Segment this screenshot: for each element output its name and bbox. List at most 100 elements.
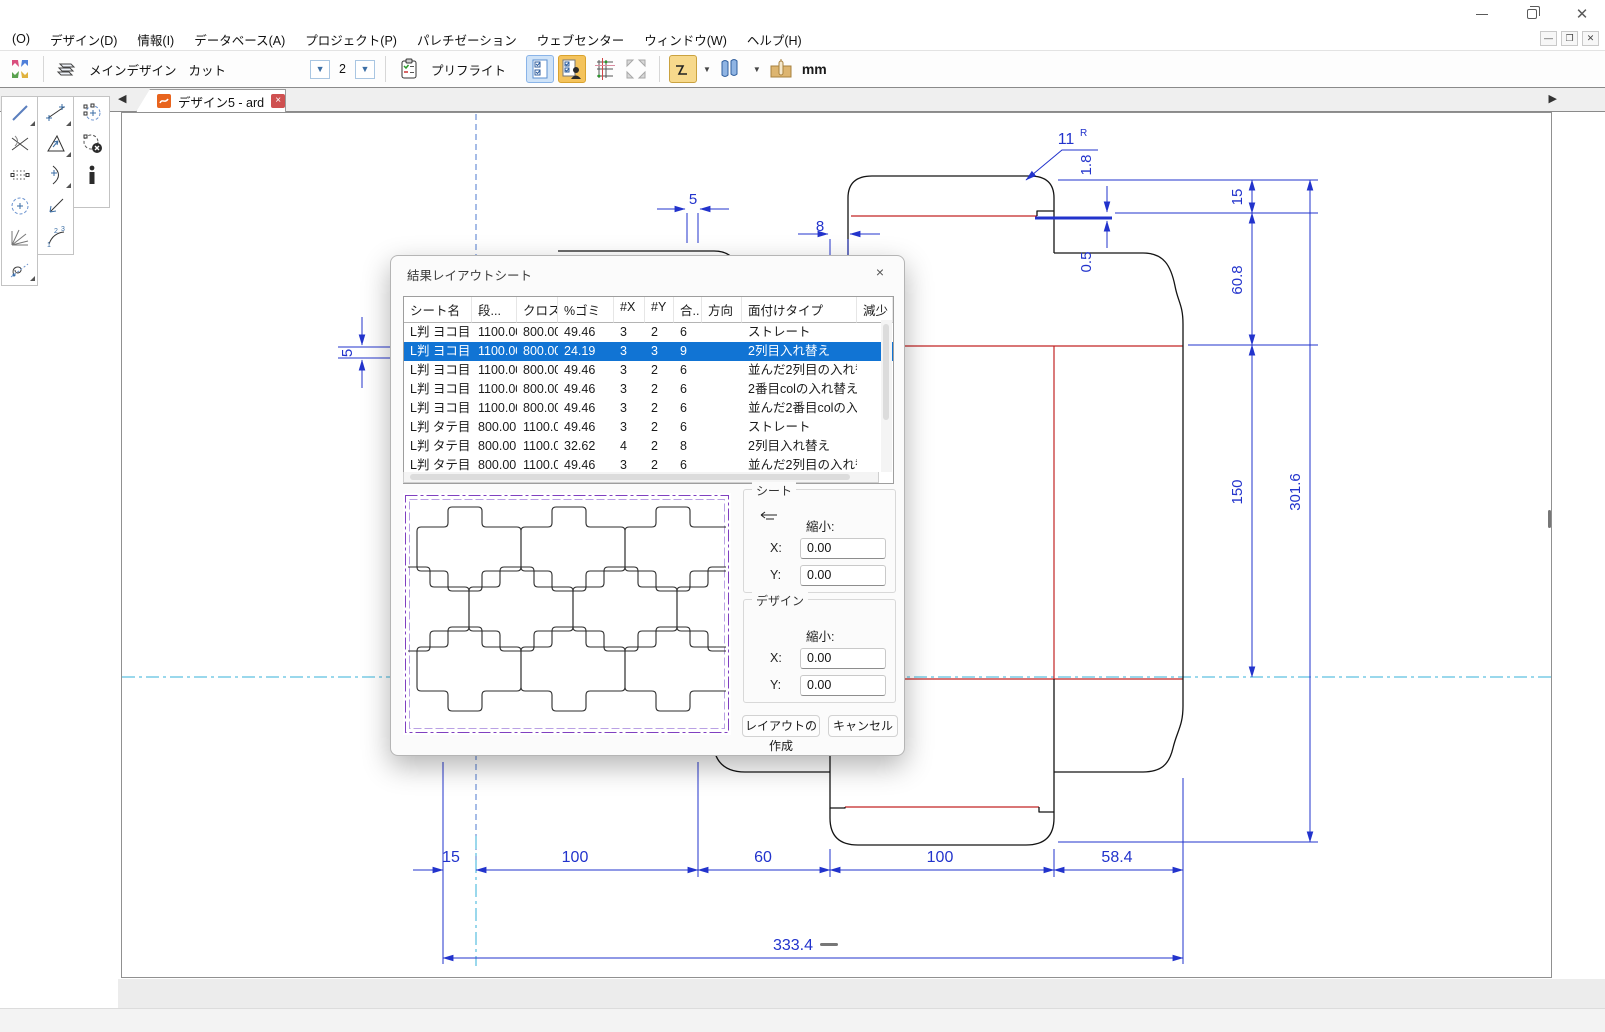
table-cell[interactable]: 2 — [645, 380, 674, 399]
table-cell[interactable]: 1100.00 — [472, 323, 517, 342]
menu-item[interactable]: パレチゼーション — [407, 27, 527, 52]
table-horizontal-scrollbar[interactable] — [403, 472, 879, 483]
table-cell[interactable]: 32.62 — [558, 437, 614, 456]
horizontal-scrollbar-thumb[interactable] — [820, 943, 838, 946]
table-cell[interactable]: 3 — [614, 380, 645, 399]
table-header-cell[interactable]: シート名 — [404, 297, 472, 323]
table-cell[interactable]: 800.00 — [517, 399, 558, 418]
line-type-dropdown-arrow[interactable]: ▼ — [703, 65, 711, 74]
table-cell[interactable]: 3 — [614, 399, 645, 418]
table-cell[interactable]: L判 ヨコ目 — [404, 342, 472, 361]
menu-item[interactable]: (O) — [2, 29, 40, 49]
preflight-clipboard-icon[interactable] — [395, 55, 423, 83]
table-cell[interactable]: 49.46 — [558, 361, 614, 380]
table-cell[interactable] — [702, 399, 742, 418]
table-cell[interactable]: 2 — [645, 437, 674, 456]
tool-rays-button[interactable] — [2, 221, 37, 252]
table-cell[interactable]: 24.19 — [558, 342, 614, 361]
layout-grid-button[interactable] — [590, 55, 618, 83]
table-header-cell[interactable]: 面付けタイプ — [742, 297, 857, 323]
preflight-label[interactable]: プリフライト — [431, 60, 506, 79]
table-cell[interactable]: 3 — [614, 342, 645, 361]
table-cell[interactable] — [702, 437, 742, 456]
table-cell[interactable]: 3 — [645, 342, 674, 361]
table-cell[interactable]: 49.46 — [558, 380, 614, 399]
table-vertical-scrollbar[interactable] — [881, 320, 892, 472]
panels-dropdown-arrow[interactable]: ▼ — [753, 65, 761, 74]
table-cell[interactable]: 3 — [614, 361, 645, 380]
table-header-cell[interactable]: %ゴミ — [558, 297, 614, 323]
tab-scroll-left-icon[interactable]: ◀ — [118, 92, 126, 105]
table-cell[interactable]: 6 — [674, 361, 702, 380]
table-cell[interactable]: 800.00 — [517, 361, 558, 380]
units-ruler-button[interactable] — [767, 55, 795, 83]
table-cell[interactable]: 49.46 — [558, 323, 614, 342]
table-header-cell[interactable]: 方向 — [702, 297, 742, 323]
vertical-scrollbar-thumb[interactable] — [1548, 510, 1551, 528]
menu-item[interactable]: 情報(I) — [127, 27, 184, 52]
table-cell[interactable]: 8 — [674, 437, 702, 456]
table-cell[interactable]: 並んだ2列目の入れ替え — [742, 361, 857, 380]
table-cell[interactable]: 3 — [614, 323, 645, 342]
table-cell[interactable]: 1100.00 — [472, 342, 517, 361]
table-cell[interactable]: L判 ヨコ目 — [404, 361, 472, 380]
table-cell[interactable]: 1100.00 — [472, 399, 517, 418]
tool-edit-nodes-button[interactable] — [74, 97, 109, 128]
table-cell[interactable]: ストレート — [742, 418, 857, 437]
table-cell[interactable]: 800.00 — [517, 380, 558, 399]
table-cell[interactable]: 800.00 — [472, 418, 517, 437]
tool-circle-construction-button[interactable] — [2, 190, 37, 221]
table-cell[interactable]: 4 — [614, 437, 645, 456]
table-cell[interactable]: 並んだ2番目colの入れ替え — [742, 399, 857, 418]
cancel-button[interactable]: キャンセル — [828, 715, 898, 737]
main-design-label[interactable]: メインデザイン — [89, 60, 177, 79]
table-cell[interactable]: 3 — [614, 418, 645, 437]
table-header-cell[interactable]: #X — [614, 297, 645, 323]
mdi-restore-button[interactable]: ❐ — [1561, 31, 1578, 46]
table-cell[interactable]: 9 — [674, 342, 702, 361]
sheet-y-field[interactable]: 0.00 — [800, 565, 886, 586]
window-minimize-button[interactable] — [1469, 4, 1495, 24]
tool-delete-node-button[interactable] — [74, 128, 109, 159]
table-header-cell[interactable]: クロス... — [517, 297, 558, 323]
checklist-user-button[interactable] — [558, 55, 586, 83]
table-cell[interactable]: 49.46 — [558, 418, 614, 437]
dialog-close-button[interactable]: × — [870, 262, 890, 282]
table-cell[interactable]: 2番目colの入れ替え — [742, 380, 857, 399]
table-cell[interactable]: L判 ヨコ目 — [404, 399, 472, 418]
mdi-minimize-button[interactable]: — — [1540, 31, 1557, 46]
tool-grid-points-button[interactable] — [2, 159, 37, 190]
tab-scroll-right-icon[interactable]: ▶ — [1549, 92, 1557, 105]
tab-design5[interactable]: デザイン5 - ard × — [136, 89, 286, 112]
table-cell[interactable]: L判 ヨコ目 — [404, 323, 472, 342]
tool-numbered-curve-button[interactable]: 123 — [38, 221, 73, 252]
menu-item[interactable]: ウィンドウ(W) — [634, 27, 737, 52]
tool-line-points-button[interactable] — [38, 97, 73, 128]
table-cell[interactable]: 6 — [674, 323, 702, 342]
window-restore-button[interactable] — [1519, 4, 1545, 24]
table-header-cell[interactable]: 段... — [472, 297, 517, 323]
fit-view-button[interactable] — [622, 55, 650, 83]
table-cell[interactable]: 1100.00 — [472, 361, 517, 380]
tab-close-button[interactable]: × — [271, 94, 285, 108]
design-y-field[interactable]: 0.00 — [800, 675, 886, 696]
table-cell[interactable]: 6 — [674, 418, 702, 437]
tool-line-button[interactable] — [2, 97, 37, 128]
window-close-button[interactable]: ✕ — [1569, 4, 1595, 24]
table-cell[interactable]: 1100.00 — [517, 437, 558, 456]
menu-item[interactable]: プロジェクト(P) — [295, 27, 407, 52]
info-button[interactable] — [74, 159, 109, 190]
layers-icon[interactable] — [53, 55, 81, 83]
table-cell[interactable]: 1100.00 — [517, 418, 558, 437]
tool-curve-button[interactable] — [2, 252, 37, 283]
navigation-arrows-icon[interactable] — [6, 55, 34, 83]
table-cell[interactable]: ストレート — [742, 323, 857, 342]
menu-item[interactable]: デザイン(D) — [40, 27, 127, 52]
mdi-close-button[interactable]: ✕ — [1582, 31, 1599, 46]
table-cell[interactable]: L判 ヨコ目 — [404, 380, 472, 399]
table-cell[interactable]: L判 タテ目 — [404, 437, 472, 456]
table-cell[interactable]: 2列目入れ替え — [742, 437, 857, 456]
line-type-button[interactable] — [669, 55, 697, 83]
checklist-button[interactable] — [526, 55, 554, 83]
panels-button[interactable] — [717, 55, 747, 83]
